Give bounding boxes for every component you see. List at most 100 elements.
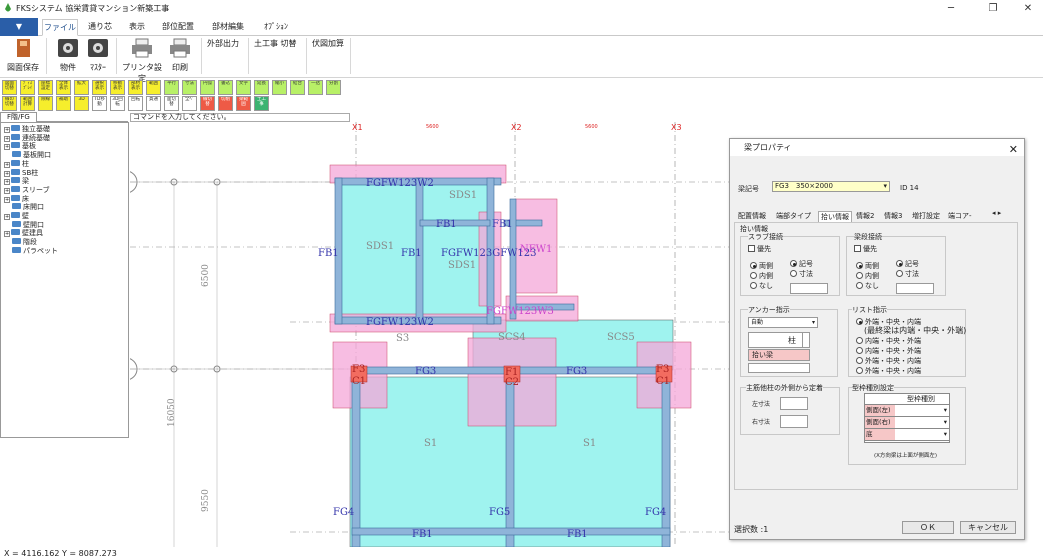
slab-opt-both[interactable]: 両側 <box>750 261 773 271</box>
tab-member-edit[interactable]: 部材編集 <box>206 19 250 36</box>
toolbar1-button[interactable]: 平行 <box>164 80 179 95</box>
toolbar2-button[interactable]: 貫通 <box>146 96 161 111</box>
right-dim-input[interactable] <box>780 415 808 428</box>
tab-view[interactable]: 表示 <box>122 19 152 36</box>
tree-item[interactable]: 階段 <box>12 238 37 246</box>
expand-icon[interactable]: + <box>4 179 10 186</box>
command-input[interactable]: コマンドを入力してください。 <box>130 113 350 122</box>
slab-opt-dim[interactable]: 寸法 <box>790 269 813 279</box>
tree-item[interactable]: 床開口 <box>12 203 44 211</box>
toolbar2-button[interactable]: 3D回転 <box>110 96 125 111</box>
fuzu-add-button[interactable]: 伏図加算 <box>312 38 344 49</box>
tree-item[interactable]: 壁開口 <box>12 220 44 229</box>
tree-item[interactable]: + 壁 <box>4 212 29 220</box>
form-row[interactable]: 底 ▾ <box>865 429 949 441</box>
printer-setup-button[interactable]: プリンタ設定 <box>120 38 164 84</box>
tree-item[interactable]: + 独立基礎 <box>4 125 50 133</box>
print-button[interactable]: 印刷 <box>166 38 194 73</box>
anchor-select[interactable]: 自動 ▾ <box>748 317 818 328</box>
list-opt-1[interactable]: 内端・中央・外端 <box>856 336 921 346</box>
expand-icon[interactable]: + <box>4 127 10 133</box>
dialog-tab[interactable]: 情報2 <box>854 211 876 222</box>
master-button[interactable]: ﾏｽﾀｰ <box>84 38 112 73</box>
toolbar1-button[interactable]: 書込 <box>218 80 233 95</box>
toolbar1-button[interactable]: 移動表示 <box>110 80 125 95</box>
tab-options[interactable]: ｵﾌﾟｼｮﾝ <box>256 19 296 36</box>
external-output-button[interactable]: 外部出力 <box>207 38 239 49</box>
toolbar2-button[interactable]: 除線 <box>38 96 53 111</box>
toolbar2-button[interactable]: 線切替 <box>200 96 215 111</box>
tab-grid-lines[interactable]: 通り芯 <box>82 19 118 36</box>
file-menu-button[interactable]: ▼ <box>0 18 38 36</box>
left-dim-input[interactable] <box>780 397 808 410</box>
tree-item[interactable]: + 基板 <box>4 142 36 151</box>
list-opt-4[interactable]: 外端・中央・内端 <box>856 366 921 376</box>
beam-opt-dim[interactable]: 寸法 <box>896 269 919 279</box>
form-row[interactable]: 側面(右) ▾ <box>865 417 949 429</box>
dialog-close-button[interactable]: ✕ <box>1009 141 1018 158</box>
dialog-tab[interactable]: 増打設定 <box>910 211 942 222</box>
cancel-button[interactable]: キャンセル <box>960 521 1016 534</box>
toolbar1-button[interactable]: 選択表示 <box>92 80 107 95</box>
beam-opt-both[interactable]: 両側 <box>856 261 879 271</box>
beam-opt-inner[interactable]: 内側 <box>856 271 879 281</box>
toolbar2-button[interactable]: 3D <box>74 96 89 111</box>
toolbar1-button[interactable]: 延長 <box>254 80 269 95</box>
dialog-tab[interactable]: 拾い情報 <box>818 211 852 222</box>
close-button[interactable]: ✕ <box>1015 1 1041 16</box>
toolbar1-button[interactable]: 一括 <box>308 80 323 95</box>
list-opt-2[interactable]: 内端・中央・外端 <box>856 346 921 356</box>
slab-opt-inner[interactable]: 内側 <box>750 271 773 281</box>
list-opt-3[interactable]: 外端・中央・内端 <box>856 356 921 366</box>
toolbar1-button[interactable]: 円弧 <box>200 80 215 95</box>
property-button[interactable]: 物件 <box>54 38 82 73</box>
tab-scroll-arrows[interactable]: ◂ ▸ <box>992 209 1001 217</box>
expand-icon[interactable]: + <box>4 161 10 168</box>
slab-priority-checkbox[interactable]: 優先 <box>748 244 771 254</box>
expand-icon[interactable]: + <box>4 196 10 203</box>
toolbar1-button[interactable]: ﾃﾞｨｽﾌﾟﾚｲ <box>20 80 35 95</box>
minimize-button[interactable]: ─ <box>938 1 964 16</box>
ok-button[interactable]: ＯＫ <box>902 521 954 534</box>
toolbar1-button[interactable]: 範囲 <box>146 80 161 95</box>
expand-icon[interactable]: + <box>4 214 10 220</box>
beam-opt-symbol[interactable]: 記号 <box>896 259 919 269</box>
expand-icon[interactable]: + <box>4 170 10 177</box>
pick-beam-button[interactable]: 拾い梁 <box>748 349 810 361</box>
expand-icon[interactable]: + <box>4 231 10 238</box>
tree-item[interactable]: + SB柱 <box>4 168 38 177</box>
dialog-tab[interactable]: 端部タイプ <box>774 211 813 222</box>
tree-item[interactable]: + 柱 <box>4 159 29 168</box>
toolbar2-button[interactable]: 範囲計算 <box>20 96 35 111</box>
tree-item[interactable]: + 床 <box>4 194 29 203</box>
tab-member-placement[interactable]: 部位配置 <box>156 19 200 36</box>
dialog-tab[interactable]: 配置情報 <box>736 211 768 222</box>
toolbar2-button[interactable]: 面切替 <box>164 96 179 111</box>
toolbar2-button[interactable]: 土工事 <box>254 96 269 111</box>
beam-symbol-select[interactable]: FG3 350×2000 ▾ <box>772 181 890 192</box>
beam-opt-none[interactable]: なし <box>856 281 879 291</box>
toolbar2-button[interactable]: 切削 <box>218 96 233 111</box>
toolbar2-button[interactable]: 線の切替 <box>2 96 17 111</box>
restore-button[interactable]: ❐ <box>980 1 1006 16</box>
toolbar1-button[interactable]: 寸法 <box>182 80 197 95</box>
save-drawing-button[interactable]: 図面保存 <box>5 38 41 73</box>
toolbar1-button[interactable]: 図面切替 <box>2 80 17 95</box>
toolbar2-button[interactable]: TD移動 <box>92 96 107 111</box>
toolbar1-button[interactable]: 文字 <box>236 80 251 95</box>
toolbar1-button[interactable]: 全体表示 <box>56 80 71 95</box>
dialog-tab[interactable]: 情報3 <box>882 211 904 222</box>
toolbar2-button[interactable]: 梁範囲 <box>236 96 251 111</box>
toolbar2-button[interactable]: 回転 <box>128 96 143 111</box>
construction-switch-button[interactable]: 土工事 切替 <box>254 38 297 49</box>
anchor-slider[interactable] <box>748 363 810 373</box>
toolbar1-button[interactable]: 拡大 <box>74 80 89 95</box>
toolbar2-button[interactable]: 補助 <box>56 96 71 111</box>
form-row[interactable]: 側面(左) ▾ <box>865 405 949 417</box>
beam-dim-input[interactable] <box>896 283 934 294</box>
beam-priority-checkbox[interactable]: 優先 <box>854 244 877 254</box>
toolbar1-button[interactable]: 縮小 <box>272 80 287 95</box>
tree-item[interactable]: + 連続基礎 <box>4 133 50 142</box>
slab-opt-symbol[interactable]: 記号 <box>790 259 813 269</box>
slab-dim-input[interactable] <box>790 283 828 294</box>
